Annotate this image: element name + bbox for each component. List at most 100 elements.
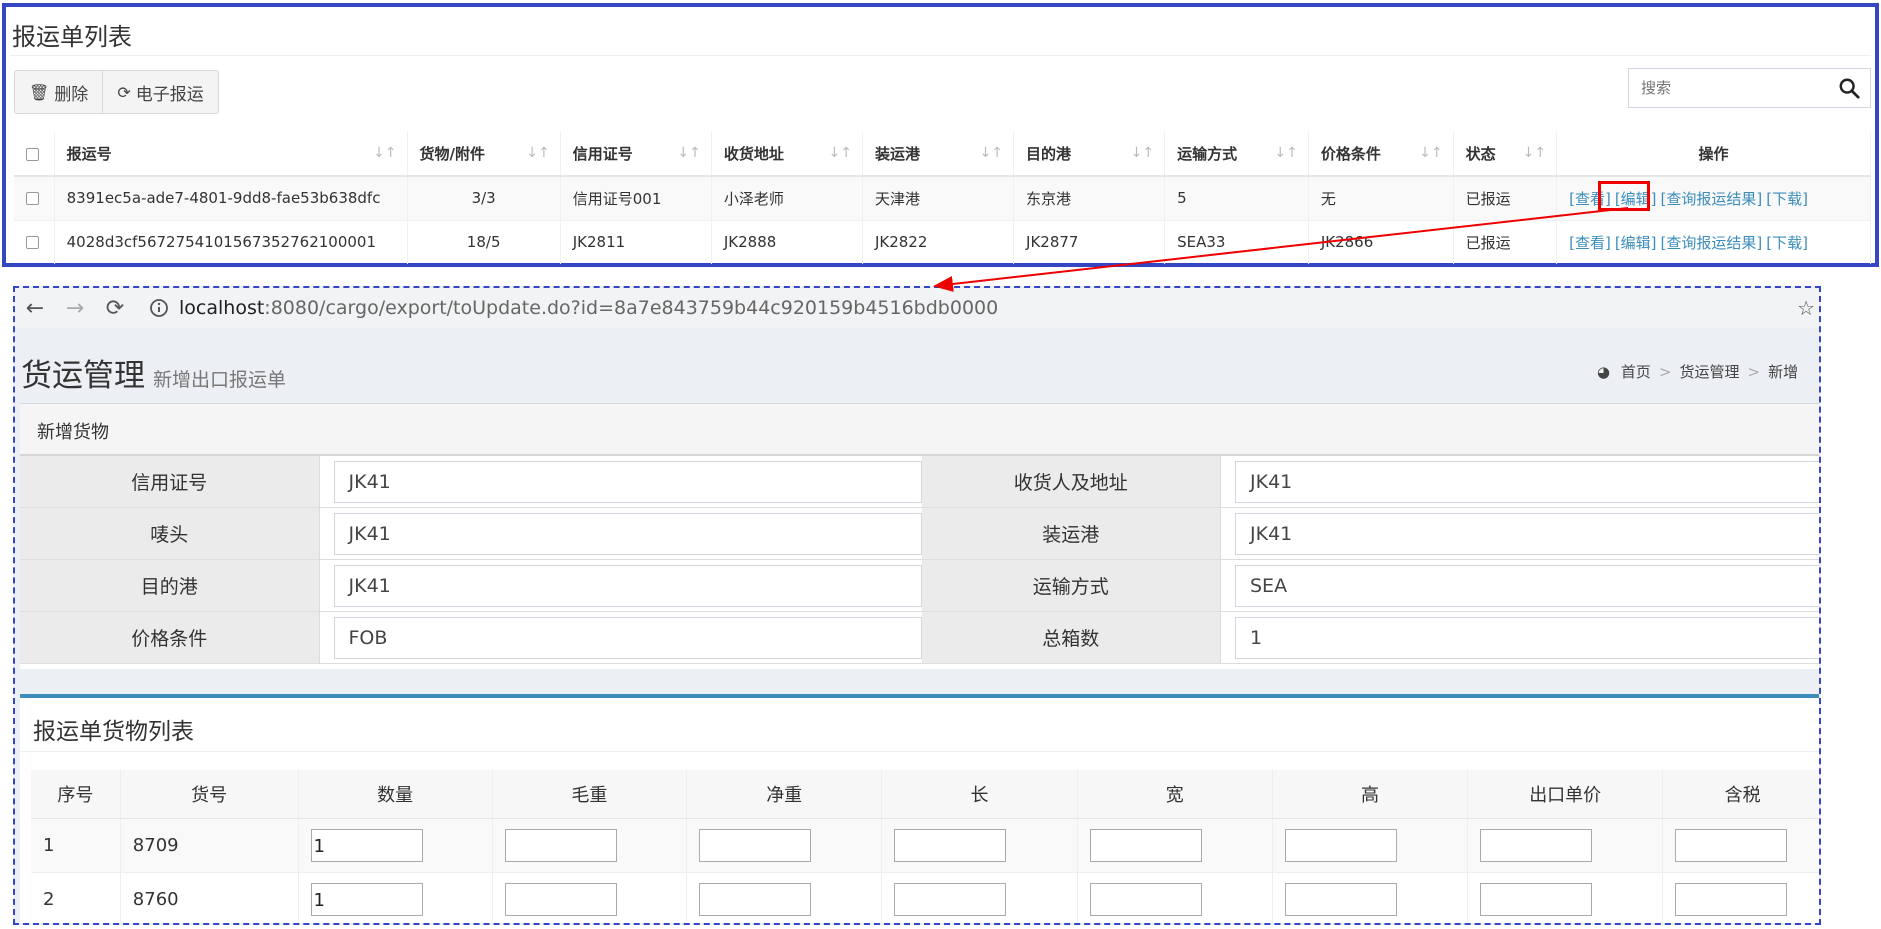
- col-header: 毛重: [492, 770, 688, 819]
- status-badge: 已报运: [1453, 219, 1558, 264]
- e-declare-button[interactable]: ⟳ 电子报运: [103, 71, 217, 113]
- search-box: [1628, 68, 1871, 108]
- field-label: 运输方式: [921, 560, 1221, 611]
- quantity-input[interactable]: 1: [310, 828, 423, 862]
- marks-input[interactable]: JK41: [333, 512, 922, 555]
- dest-port-input[interactable]: JK41: [333, 564, 922, 607]
- col-header[interactable]: 报运号 ↓↑: [54, 132, 408, 177]
- goods-no-cell: 8709: [120, 817, 299, 872]
- col-header[interactable]: 目的港 ↓↑: [1013, 132, 1166, 177]
- height-input[interactable]: [1284, 828, 1397, 862]
- col-header: 宽: [1077, 770, 1273, 819]
- sort-icon[interactable]: ↓↑: [373, 145, 396, 161]
- search-input[interactable]: [1629, 69, 1819, 107]
- sort-icon[interactable]: ↓↑: [1523, 145, 1546, 161]
- seq-cell: 1: [31, 817, 121, 872]
- form-row: 信用证号 JK41 收货人及地址 JK41: [20, 456, 1819, 508]
- net-weight-input[interactable]: [699, 882, 812, 916]
- row-checkbox[interactable]: [26, 192, 39, 206]
- price-term-input[interactable]: FOB: [333, 616, 922, 659]
- query-result-link[interactable]: [查询报运结果]: [1661, 190, 1763, 208]
- view-link[interactable]: [查看]: [1569, 234, 1611, 252]
- col-header[interactable]: 价格条件 ↓↑: [1308, 132, 1454, 177]
- cell: 小泽老师: [711, 175, 863, 220]
- goods-no-cell: 8760: [120, 871, 299, 923]
- download-link[interactable]: [下载]: [1766, 234, 1808, 252]
- info-icon[interactable]: [149, 298, 169, 318]
- width-input[interactable]: [1089, 882, 1202, 916]
- e-declare-button-label: 电子报运: [135, 84, 204, 105]
- width-input[interactable]: [1089, 828, 1202, 862]
- export-price-input[interactable]: [1480, 882, 1593, 916]
- sort-icon[interactable]: ↓↑: [1419, 145, 1442, 161]
- tax-input[interactable]: [1675, 882, 1788, 916]
- field-label: 信用证号: [20, 456, 320, 507]
- length-input[interactable]: [894, 828, 1007, 862]
- edit-link[interactable]: [编辑]: [1615, 234, 1657, 252]
- field-label: 价格条件: [20, 612, 320, 663]
- download-link[interactable]: [下载]: [1766, 190, 1808, 208]
- gross-weight-input[interactable]: [504, 882, 617, 916]
- cell: JK2811: [560, 219, 712, 264]
- sort-icon[interactable]: ↓↑: [1131, 145, 1154, 161]
- reload-icon[interactable]: ⟳: [95, 296, 135, 321]
- breadcrumb-home[interactable]: 首页: [1621, 363, 1651, 381]
- breadcrumb-cargo[interactable]: 货运管理: [1679, 363, 1739, 381]
- ship-port-input[interactable]: JK41: [1235, 512, 1819, 555]
- back-icon[interactable]: ←: [15, 296, 55, 321]
- col-header[interactable]: 状态 ↓↑: [1453, 132, 1558, 177]
- col-header: 出口单价: [1467, 770, 1664, 819]
- page-title: 货运管理: [21, 358, 145, 394]
- select-all-header: [14, 132, 55, 177]
- net-weight-input[interactable]: [699, 828, 812, 862]
- url-field[interactable]: localhost:8080/cargo/export/toUpdate.do?…: [143, 292, 1713, 324]
- field-label: 目的港: [20, 560, 320, 611]
- sort-icon[interactable]: ↓↑: [677, 145, 700, 161]
- cell: JK2888: [711, 219, 863, 264]
- height-input[interactable]: [1284, 882, 1397, 916]
- sort-icon[interactable]: ↓↑: [828, 145, 851, 161]
- quantity-input[interactable]: 1: [310, 882, 423, 916]
- sort-icon[interactable]: ↓↑: [1274, 145, 1297, 161]
- form-row: 价格条件 FOB 总箱数 1: [20, 612, 1819, 664]
- search-icon[interactable]: [1838, 77, 1860, 99]
- col-header[interactable]: 货物/附件 ↓↑: [407, 132, 561, 177]
- form-box: 新增货物 信用证号 JK41 收货人及地址 JK41 唛头 JK41 装运港 J…: [20, 403, 1819, 669]
- delete-button[interactable]: 🗑 删除: [15, 71, 104, 113]
- col-header[interactable]: 收货地址 ↓↑: [711, 132, 863, 177]
- cell: JK2822: [862, 219, 1015, 264]
- consignee-input[interactable]: JK41: [1235, 460, 1819, 503]
- goods-title: 报运单货物列表: [20, 698, 1819, 752]
- select-all-checkbox[interactable]: [26, 147, 39, 161]
- gross-weight-input[interactable]: [504, 828, 617, 862]
- lc-number-input[interactable]: JK41: [333, 460, 922, 503]
- sort-icon[interactable]: ↓↑: [526, 145, 549, 161]
- row-checkbox[interactable]: [26, 236, 39, 250]
- col-header[interactable]: 运输方式 ↓↑: [1164, 132, 1309, 177]
- url-host: localhost: [179, 297, 265, 319]
- col-header[interactable]: 信用证号 ↓↑: [560, 132, 712, 177]
- row-actions: [查看] [编辑] [查询报运结果] [下载]: [1556, 219, 1871, 264]
- table-header: 报运号 ↓↑ 货物/附件 ↓↑ 信用证号 ↓↑ 收货地址 ↓↑ 装运港 ↓↑ 目的港 ↓↑ …: [14, 132, 1871, 177]
- goods-table: 序号 货号 数量 毛重 净重 长 宽 高 出口单价 含税 1 8709 1 2 …: [31, 770, 1819, 923]
- query-result-link[interactable]: [查询报运结果]: [1661, 234, 1763, 252]
- edit-highlight-box: [1598, 181, 1650, 211]
- total-boxes-input[interactable]: 1: [1235, 616, 1819, 659]
- cell: 信用证号001: [560, 175, 712, 220]
- cell: 东京港: [1013, 175, 1166, 220]
- col-header: 净重: [686, 770, 883, 819]
- toolbar: 🗑 删除 ⟳ 电子报运: [14, 70, 219, 114]
- length-input[interactable]: [894, 882, 1007, 916]
- divider: [10, 55, 1871, 56]
- sort-icon[interactable]: ↓↑: [980, 145, 1003, 161]
- delete-button-label: 删除: [54, 84, 89, 105]
- transport-input[interactable]: SEA: [1235, 564, 1819, 607]
- bookmark-star-icon[interactable]: ☆: [1797, 296, 1815, 320]
- form-row: 唛头 JK41 装运港 JK41: [20, 508, 1819, 560]
- tax-input[interactable]: [1675, 828, 1788, 862]
- status-badge: 已报运: [1453, 175, 1558, 220]
- col-header[interactable]: 装运港 ↓↑: [862, 132, 1015, 177]
- forward-icon[interactable]: →: [55, 296, 95, 321]
- list-title: 报运单列表: [12, 23, 132, 51]
- export-price-input[interactable]: [1480, 828, 1593, 862]
